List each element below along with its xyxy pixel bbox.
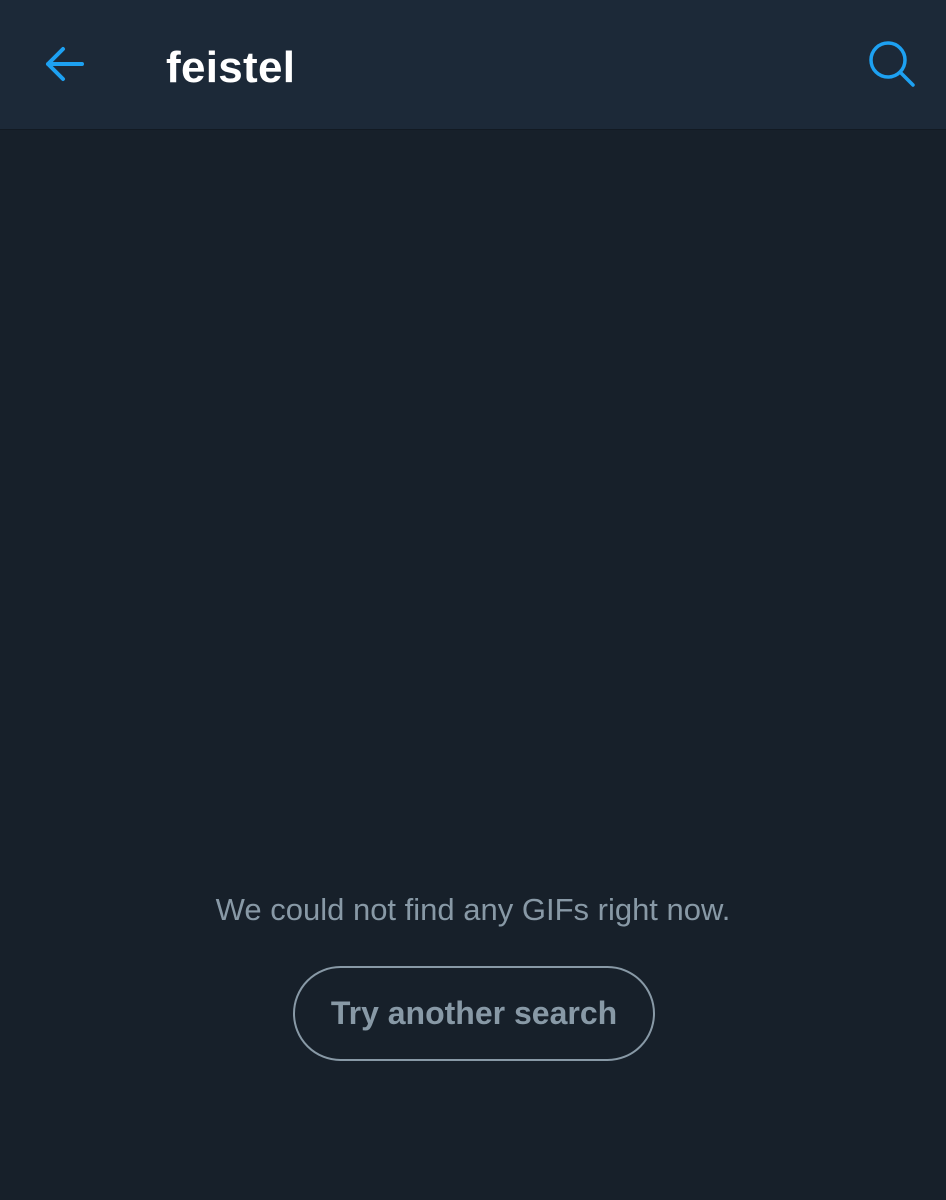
search-header: feistel xyxy=(0,0,946,130)
back-button[interactable] xyxy=(38,40,90,92)
try-another-search-button[interactable]: Try another search xyxy=(293,966,655,1061)
no-results-message: We could not find any GIFs right now. xyxy=(215,892,731,927)
gif-search-screen: feistel We could not find any GIFs right… xyxy=(0,0,946,1200)
try-another-search-label: Try another search xyxy=(330,995,618,1031)
search-query-text[interactable]: feistel xyxy=(166,38,295,98)
search-button[interactable] xyxy=(862,38,922,94)
arrow-left-icon xyxy=(42,44,86,89)
search-icon xyxy=(867,39,917,94)
